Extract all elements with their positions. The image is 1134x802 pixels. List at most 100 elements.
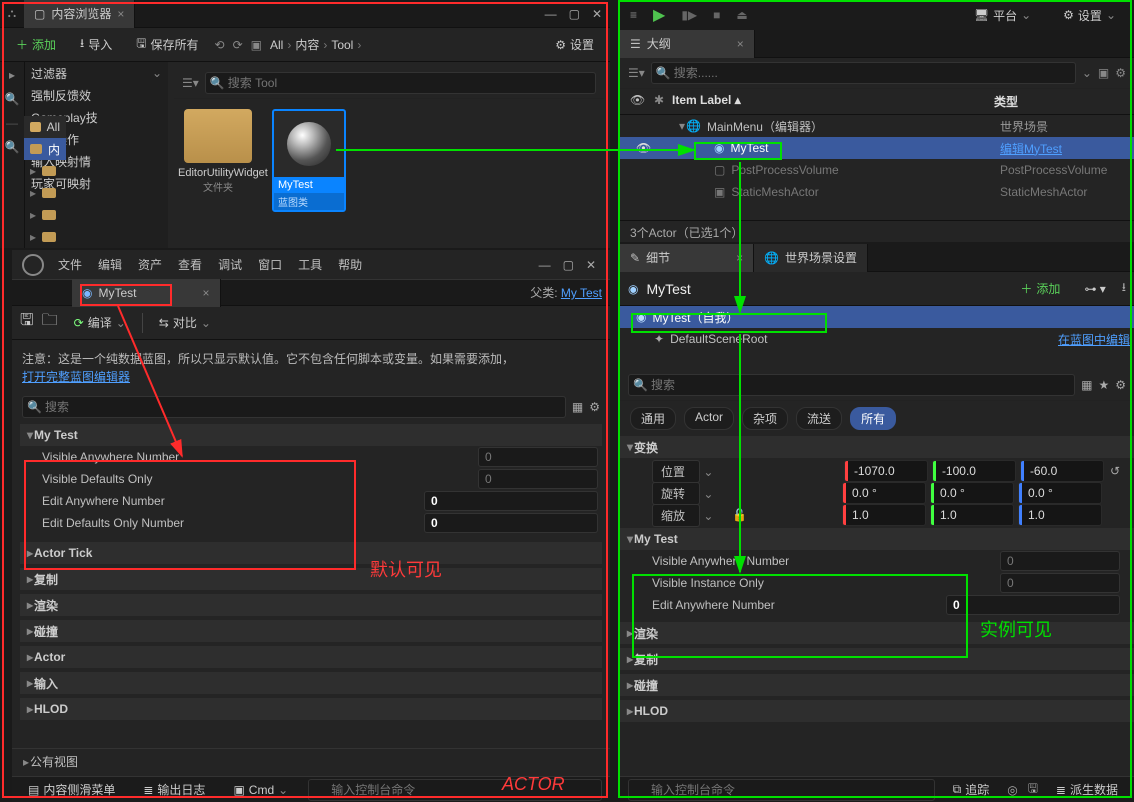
- settings-button[interactable]: ⚙设置 ⌄: [1055, 4, 1124, 27]
- col-item-label[interactable]: Item Label ▴: [672, 93, 994, 110]
- close-icon[interactable]: ×: [203, 286, 210, 300]
- prop-value-input[interactable]: [946, 595, 1120, 615]
- crumb-all[interactable]: All: [270, 38, 283, 52]
- prop-value-input[interactable]: [424, 513, 598, 533]
- derived-data-button[interactable]: ≣派生数据: [1048, 778, 1126, 801]
- minimize-icon[interactable]: —: [545, 7, 557, 21]
- section-replication[interactable]: ▸复制: [620, 648, 1134, 670]
- tree-sub[interactable]: ▸: [24, 182, 66, 204]
- open-full-bp-link[interactable]: 打开完整蓝图编辑器: [22, 370, 130, 384]
- menu-tools[interactable]: 工具: [298, 256, 322, 273]
- pill-all[interactable]: 所有: [850, 407, 896, 430]
- content-drawer-button[interactable]: ▤内容侧滑菜单: [20, 778, 123, 801]
- menu-icon[interactable]: ≡: [630, 8, 637, 22]
- filters-header[interactable]: 过滤器 ⌄: [25, 62, 168, 84]
- menu-edit[interactable]: 编辑: [98, 256, 122, 273]
- add-component-button[interactable]: ＋添加: [1012, 277, 1068, 300]
- component-root[interactable]: ✦ DefaultSceneRoot 在蓝图中编辑: [620, 328, 1134, 350]
- save-icon[interactable]: 🖫: [1028, 779, 1038, 800]
- location-y[interactable]: -100.0: [932, 460, 1016, 482]
- gear-icon[interactable]: ⚙: [1115, 378, 1126, 392]
- tree-sub[interactable]: ▸: [24, 160, 66, 182]
- save-icon[interactable]: 🖫: [20, 309, 34, 336]
- rotation-y[interactable]: 0.0 °: [930, 482, 1014, 504]
- outliner-row-mytest[interactable]: 👁 ◉ MyTest 编辑MyTest: [620, 137, 1134, 159]
- section-collision[interactable]: ▸碰撞: [620, 674, 1134, 696]
- scale-label[interactable]: 缩放: [652, 504, 700, 527]
- bp-tab-mytest[interactable]: ◉ MyTest ×: [72, 279, 221, 307]
- col-type[interactable]: 类型: [994, 93, 1124, 110]
- pill-misc[interactable]: 杂项: [742, 407, 788, 430]
- search-input[interactable]: [205, 72, 596, 94]
- close-icon[interactable]: ×: [117, 7, 124, 21]
- outliner-row-ppv[interactable]: ▢ PostProcessVolume PostProcessVolume: [620, 159, 1134, 181]
- chevron-down-icon[interactable]: ⌄: [1082, 66, 1092, 80]
- gear-icon[interactable]: ⚙: [589, 400, 600, 414]
- attach-button[interactable]: ⊶ ▾: [1076, 279, 1113, 299]
- minimize-icon[interactable]: —: [539, 258, 551, 272]
- filter-item-0[interactable]: 强制反馈效: [25, 84, 168, 106]
- section-render[interactable]: ▸渲染: [620, 622, 1134, 644]
- rotation-z[interactable]: 0.0 °: [1018, 482, 1102, 504]
- history-fwd-icon[interactable]: ⟳: [233, 38, 243, 52]
- menu-view[interactable]: 查看: [178, 256, 202, 273]
- menu-debug[interactable]: 调试: [218, 256, 242, 273]
- maximize-icon[interactable]: ▢: [569, 7, 580, 21]
- filter-icon[interactable]: ☰▾: [182, 76, 199, 90]
- outliner-search-input[interactable]: [651, 62, 1076, 84]
- save-all-button[interactable]: 🖫保存所有: [128, 31, 206, 58]
- crumb-tool[interactable]: Tool: [331, 38, 353, 52]
- edit-mytest-link[interactable]: 编辑MyTest: [1000, 142, 1062, 156]
- close-icon[interactable]: ×: [737, 37, 744, 51]
- reset-icon[interactable]: ↺: [1110, 464, 1120, 478]
- scale-z[interactable]: 1.0: [1018, 504, 1102, 526]
- tree-sub[interactable]: ▸: [24, 204, 66, 226]
- menu-file[interactable]: 文件: [58, 256, 82, 273]
- grid-icon[interactable]: ▦: [572, 400, 583, 414]
- scale-y[interactable]: 1.0: [930, 504, 1014, 526]
- filter-icon[interactable]: ☰▾: [628, 66, 645, 80]
- close-icon[interactable]: ×: [736, 251, 743, 265]
- tree-content[interactable]: 内: [24, 138, 66, 160]
- maximize-icon[interactable]: ▢: [563, 258, 574, 272]
- cmd-dropdown[interactable]: ▣Cmd ⌄: [225, 780, 296, 800]
- rotation-x[interactable]: 0.0 °: [842, 482, 926, 504]
- folder-up-icon[interactable]: ▣: [251, 38, 262, 52]
- outliner-row-world[interactable]: ▾ 🌐 MainMenu（编辑器） 世界场景: [620, 115, 1134, 137]
- menu-asset[interactable]: 资产: [138, 256, 162, 273]
- section-render[interactable]: ▸渲染: [20, 594, 602, 616]
- tree-all[interactable]: All: [24, 116, 66, 138]
- history-back-icon[interactable]: ⟲: [215, 38, 225, 52]
- chevron-right-icon[interactable]: ▸: [9, 68, 15, 82]
- details-tab[interactable]: ✎细节×: [620, 244, 754, 272]
- bp-search-input[interactable]: [22, 396, 566, 418]
- parent-class-link[interactable]: My Test: [561, 286, 602, 300]
- stop-icon[interactable]: ■: [713, 8, 720, 22]
- play-icon[interactable]: ▶: [653, 5, 665, 25]
- location-x[interactable]: -1070.0: [844, 460, 928, 482]
- menu-window[interactable]: 窗口: [258, 256, 282, 273]
- close-window-icon[interactable]: ✕: [592, 7, 602, 21]
- compile-button[interactable]: ⟳编译 ⌄: [66, 311, 134, 334]
- trace-button[interactable]: ⧉追踪: [945, 778, 998, 801]
- section-input[interactable]: ▸输入: [20, 672, 602, 694]
- step-icon[interactable]: ▮▶: [681, 8, 697, 22]
- grid-icon[interactable]: ▦: [1081, 378, 1092, 392]
- section-hlod[interactable]: ▸HLOD: [620, 700, 1134, 722]
- section-collision[interactable]: ▸碰撞: [20, 620, 602, 642]
- star-icon[interactable]: ★: [1098, 378, 1109, 392]
- section-transform[interactable]: ▾变换: [620, 436, 1134, 458]
- console-input[interactable]: [628, 779, 935, 801]
- edit-in-bp-link[interactable]: 在蓝图中编辑: [1058, 331, 1130, 348]
- location-z[interactable]: -60.0: [1020, 460, 1104, 482]
- section-mytest-details[interactable]: ▾My Test: [620, 528, 1134, 550]
- eye-icon[interactable]: 👁: [636, 141, 656, 155]
- tree-sub[interactable]: ▸: [24, 226, 66, 248]
- rot-label[interactable]: 旋转: [652, 482, 700, 505]
- search-icon[interactable]: 🔍: [5, 140, 20, 154]
- asset-folder[interactable]: EditorUtilityWidget 文件夹: [178, 109, 258, 212]
- pill-actor[interactable]: Actor: [684, 407, 734, 430]
- lock-icon[interactable]: ⭳: [1122, 278, 1126, 299]
- settings-button[interactable]: ⚙设置: [547, 33, 602, 56]
- section-hlod[interactable]: ▸HLOD: [20, 698, 602, 720]
